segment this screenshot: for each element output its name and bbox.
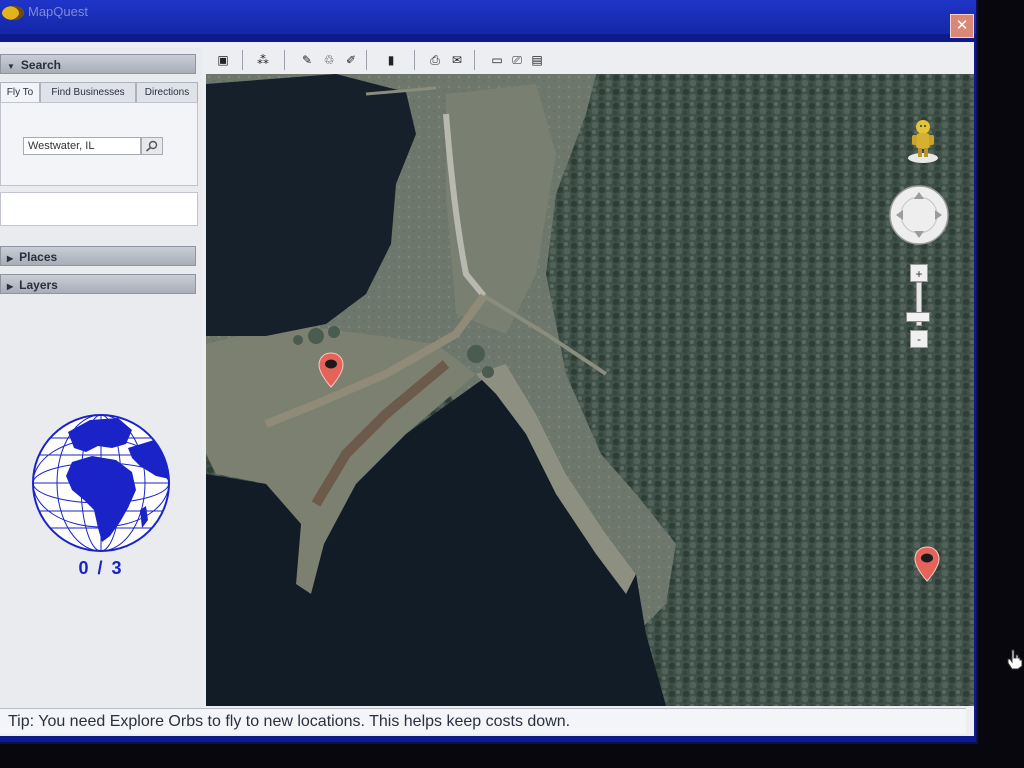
print-view-button[interactable]: ⎚ <box>508 52 526 68</box>
map-marker-icon[interactable] <box>318 352 344 388</box>
polygon-button[interactable]: ✐ <box>342 52 360 68</box>
ruler-icon: ✎ <box>301 53 313 67</box>
satellite-imagery <box>206 74 974 706</box>
layers-panel-header[interactable]: ▶ Layers <box>0 274 196 294</box>
close-button[interactable]: ✕ <box>950 14 974 38</box>
polygon-icon: ✐ <box>345 53 357 67</box>
close-icon: ✕ <box>955 17 969 34</box>
toolbar-divider <box>366 50 367 70</box>
measure-button[interactable]: ▮ <box>382 52 400 68</box>
search-results-box <box>0 192 198 226</box>
application-window: MapQuest ✕ ▼ Search Fly To Find Businesse… <box>0 0 976 742</box>
printer-icon: ⎚ <box>512 53 522 67</box>
toolbar-divider <box>284 50 285 70</box>
view-button[interactable]: ▭ <box>488 52 506 68</box>
toolbar-divider <box>242 50 243 70</box>
hand-cursor-icon <box>1007 649 1023 670</box>
places-header-label: Places <box>19 250 58 264</box>
client-area: ▼ Search Fly To Find Businesses Direction… <box>0 42 974 736</box>
tab-label: Fly To <box>6 87 34 98</box>
satellite-map[interactable]: + - <box>206 74 974 706</box>
panel-toggle-icon: ▣ <box>217 53 229 67</box>
email-button[interactable]: ✉ <box>448 52 466 68</box>
panel-toggle-button[interactable]: ▣ <box>214 52 232 68</box>
print-icon: ⎙ <box>430 53 440 67</box>
places-panel-header[interactable]: ▶ Places <box>0 246 196 266</box>
title-bar[interactable]: MapQuest ✕ <box>0 0 976 38</box>
window-title: MapQuest <box>28 4 88 19</box>
tab-fly-to[interactable]: Fly To <box>0 82 40 102</box>
location-search-input[interactable] <box>23 137 141 155</box>
collapse-arrow-icon: ▼ <box>7 62 15 71</box>
search-tabs: Fly To Find Businesses Directions <box>0 82 198 102</box>
pan-control[interactable] <box>888 184 950 246</box>
expand-arrow-icon: ▶ <box>7 282 14 291</box>
ruler-button[interactable]: ✎ <box>298 52 316 68</box>
map-marker-icon[interactable] <box>914 546 940 582</box>
tab-label: Find Businesses <box>51 87 125 98</box>
print-button[interactable]: ⎙ <box>426 52 444 68</box>
layers-header-label: Layers <box>19 278 58 292</box>
map-toolbar: ▣ ⁂ ✎ ♲ ✐ ▮ ⎙ ✉ ▭ ⎚ ▤ <box>204 48 974 74</box>
toolbar-divider <box>414 50 415 70</box>
save-button[interactable]: ▤ <box>528 52 546 68</box>
zoom-out-button[interactable]: - <box>910 330 928 348</box>
explore-orb-globe-icon <box>32 414 170 552</box>
tab-label: Directions <box>144 87 190 98</box>
tab-find-businesses[interactable]: Find Businesses <box>40 82 136 102</box>
expand-arrow-icon: ▶ <box>7 254 14 263</box>
zoom-in-button[interactable]: + <box>910 264 928 282</box>
orb-counter: 0 / 3 <box>78 558 124 578</box>
placemark-button[interactable]: ⁂ <box>254 52 272 68</box>
placemark-icon: ⁂ <box>257 53 269 67</box>
search-icon <box>145 140 158 152</box>
fly-to-panel <box>0 102 198 186</box>
pegman-icon[interactable] <box>906 118 940 164</box>
app-logo-icon <box>2 6 24 20</box>
measure-icon: ▮ <box>387 53 395 67</box>
status-tip-text: Tip: You need Explore Orbs to fly to new… <box>8 713 571 730</box>
status-bar: Tip: You need Explore Orbs to fly to new… <box>0 708 966 734</box>
path-icon: ♲ <box>323 53 335 67</box>
left-panel: ▼ Search Fly To Find Businesses Direction… <box>0 48 202 708</box>
search-panel-header[interactable]: ▼ Search <box>0 54 196 74</box>
toolbar-divider <box>474 50 475 70</box>
search-header-label: Search <box>20 58 61 72</box>
view-icon: ▭ <box>491 53 503 67</box>
zoom-slider-handle[interactable] <box>906 312 930 322</box>
save-icon: ▤ <box>531 53 543 67</box>
tab-directions[interactable]: Directions <box>136 82 198 102</box>
search-button[interactable] <box>141 137 163 155</box>
path-button[interactable]: ♲ <box>320 52 338 68</box>
email-icon: ✉ <box>451 53 463 67</box>
